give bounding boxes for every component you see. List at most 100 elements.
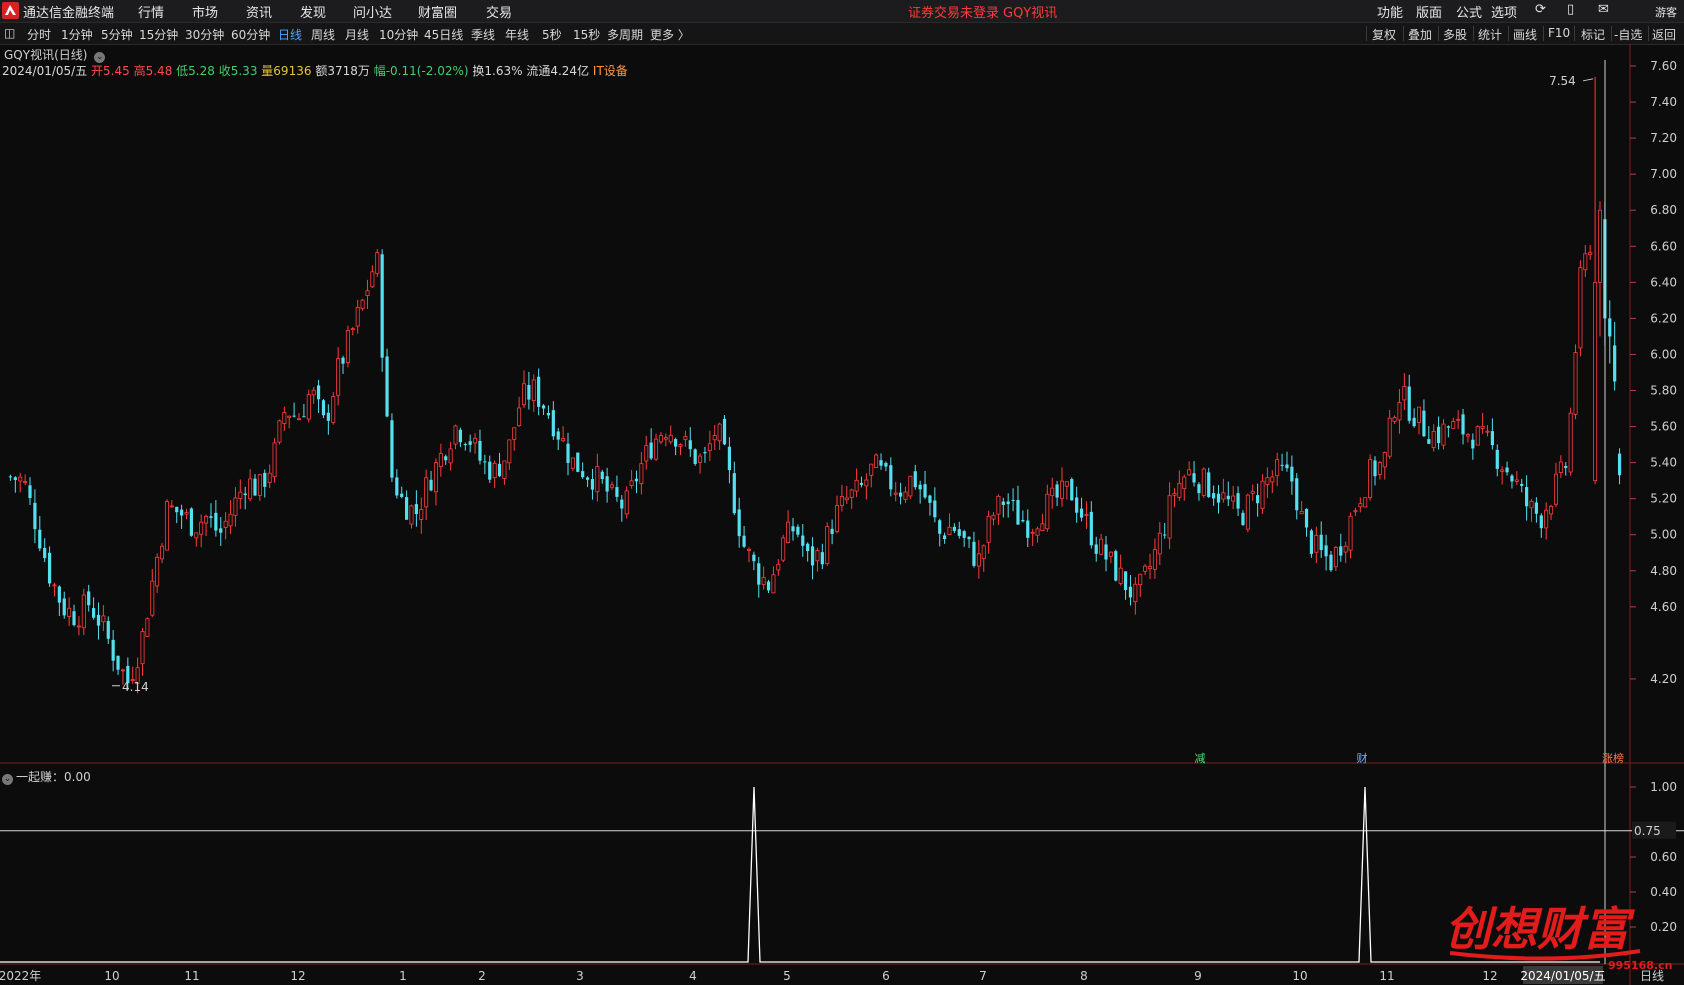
mail-icon[interactable]: ✉: [1598, 2, 1609, 17]
candle-body: [140, 631, 145, 665]
tab-daily[interactable]: 日线: [278, 26, 302, 43]
multi-stock-button[interactable]: 多股: [1443, 26, 1467, 43]
menu-item-formula[interactable]: 公式: [1456, 2, 1482, 21]
price-tick-label: 6.20: [1650, 311, 1677, 325]
candle-body: [928, 495, 932, 503]
menu-item-function[interactable]: 功能: [1377, 2, 1403, 21]
tab-5min[interactable]: 5分钟: [101, 26, 133, 43]
candle-body: [981, 545, 986, 559]
candle-body: [517, 407, 522, 427]
tab-60min[interactable]: 60分钟: [231, 26, 270, 43]
tab-multi-period[interactable]: 多周期: [607, 26, 643, 43]
candle-body: [473, 437, 478, 444]
candle-body: [419, 509, 424, 520]
menu-item-market[interactable]: 市场: [192, 2, 218, 21]
tab-intraday[interactable]: 分时: [27, 26, 51, 43]
menu-item-trade[interactable]: 交易: [486, 2, 512, 21]
candle-body: [1529, 500, 1534, 509]
candle-body: [1182, 476, 1187, 489]
indicator-title[interactable]: ⌄ 一起赚：0.00: [2, 768, 91, 785]
tab-weekly[interactable]: 周线: [311, 26, 335, 43]
sidebar-toggle-icon[interactable]: ◫: [4, 26, 15, 40]
guest-label[interactable]: 游客: [1655, 4, 1677, 20]
candle-body: [463, 444, 467, 446]
candle-body: [766, 581, 771, 591]
candle-body: [199, 521, 204, 535]
restore-rights-button[interactable]: 复权: [1372, 26, 1396, 43]
candle-body: [111, 639, 115, 661]
menu-item-layout[interactable]: 版面: [1416, 2, 1442, 21]
candle-body: [962, 531, 966, 538]
price-tick-label: 7.60: [1650, 59, 1677, 73]
candle-body: [1108, 551, 1113, 557]
candle-body: [771, 574, 776, 594]
candle-body: [570, 457, 575, 469]
mark-button[interactable]: 标记: [1581, 26, 1605, 43]
candle-body: [316, 385, 321, 400]
candle-body: [1358, 503, 1363, 508]
date-label: 5: [783, 969, 791, 983]
menu-item-discover[interactable]: 发现: [300, 2, 326, 21]
tab-10min[interactable]: 10分钟: [379, 26, 418, 43]
menu-item-quotes[interactable]: 行情: [138, 2, 164, 21]
menu-item-news[interactable]: 资讯: [246, 2, 272, 21]
tab-5sec[interactable]: 5秒: [542, 26, 562, 43]
overlay-button[interactable]: 叠加: [1408, 26, 1432, 43]
candle-body: [502, 460, 507, 479]
candle-body: [1422, 410, 1426, 437]
kline-chart[interactable]: 7.54 4.14 减 财 涨榜 7.60 7.40 7.20 7.00 6.80 6.60 6.4…: [0, 44, 1684, 985]
candle-body: [1368, 459, 1373, 498]
candle-body: [1392, 417, 1397, 422]
tab-yearly[interactable]: 年线: [505, 26, 529, 43]
candle-body: [468, 441, 472, 445]
candle-body: [610, 484, 615, 488]
statistics-button[interactable]: 统计: [1478, 26, 1502, 43]
candle-body: [1495, 449, 1499, 469]
menu-item-options[interactable]: 选项: [1491, 2, 1517, 21]
candle-body: [1241, 512, 1245, 526]
price-tick-label: 4.60: [1650, 600, 1677, 614]
candle-body: [1035, 528, 1040, 536]
menu-item-wealth[interactable]: 财富圈: [418, 2, 457, 21]
login-status[interactable]: 证券交易未登录: [908, 2, 999, 21]
phone-icon[interactable]: ▯: [1567, 2, 1574, 17]
tab-more[interactable]: 更多 〉: [650, 26, 690, 43]
tab-15sec[interactable]: 15秒: [573, 26, 600, 43]
tab-45day[interactable]: 45日线: [424, 26, 463, 43]
tab-quarterly[interactable]: 季线: [471, 26, 495, 43]
candle-body: [497, 463, 502, 477]
chevron-down-icon[interactable]: ⌄: [2, 774, 13, 785]
candle-body: [1613, 345, 1617, 382]
candle-body: [1070, 479, 1074, 501]
refresh-icon[interactable]: ⟳: [1535, 2, 1546, 17]
remove-watchlist-button[interactable]: -自选: [1614, 26, 1642, 43]
back-button[interactable]: 返回: [1652, 26, 1676, 43]
candle-body: [448, 448, 453, 464]
candle-body: [663, 437, 668, 440]
tab-1min[interactable]: 1分钟: [61, 26, 93, 43]
candle-body: [527, 385, 531, 400]
draw-line-button[interactable]: 画线: [1513, 26, 1537, 43]
menu-item-ask[interactable]: 问小达: [353, 2, 392, 21]
date-label: 11: [1379, 969, 1394, 983]
tab-15min[interactable]: 15分钟: [139, 26, 178, 43]
candle-body: [267, 472, 272, 483]
date-label: 10: [1292, 969, 1307, 983]
indicator-tick-label: 0.60: [1650, 850, 1677, 864]
f10-button[interactable]: F10: [1548, 26, 1570, 40]
candle-body: [1236, 493, 1240, 509]
price-axis: 7.60 7.40 7.20 7.00 6.80 6.60 6.40 6.20 6.00 5.80…: [1630, 59, 1677, 686]
candle-body: [223, 520, 228, 528]
tab-30min[interactable]: 30分钟: [185, 26, 224, 43]
candle-body: [786, 521, 791, 543]
candle-body: [1104, 544, 1108, 560]
candle-body: [297, 418, 302, 421]
candle-body: [727, 446, 732, 471]
candle-body: [390, 420, 394, 478]
candle-body: [624, 490, 629, 515]
tab-monthly[interactable]: 月线: [345, 26, 369, 43]
candle-body: [967, 536, 971, 540]
watermark-url: 995168.cn: [1608, 959, 1672, 972]
candle-body: [1461, 414, 1465, 435]
candle-body: [1520, 483, 1524, 486]
